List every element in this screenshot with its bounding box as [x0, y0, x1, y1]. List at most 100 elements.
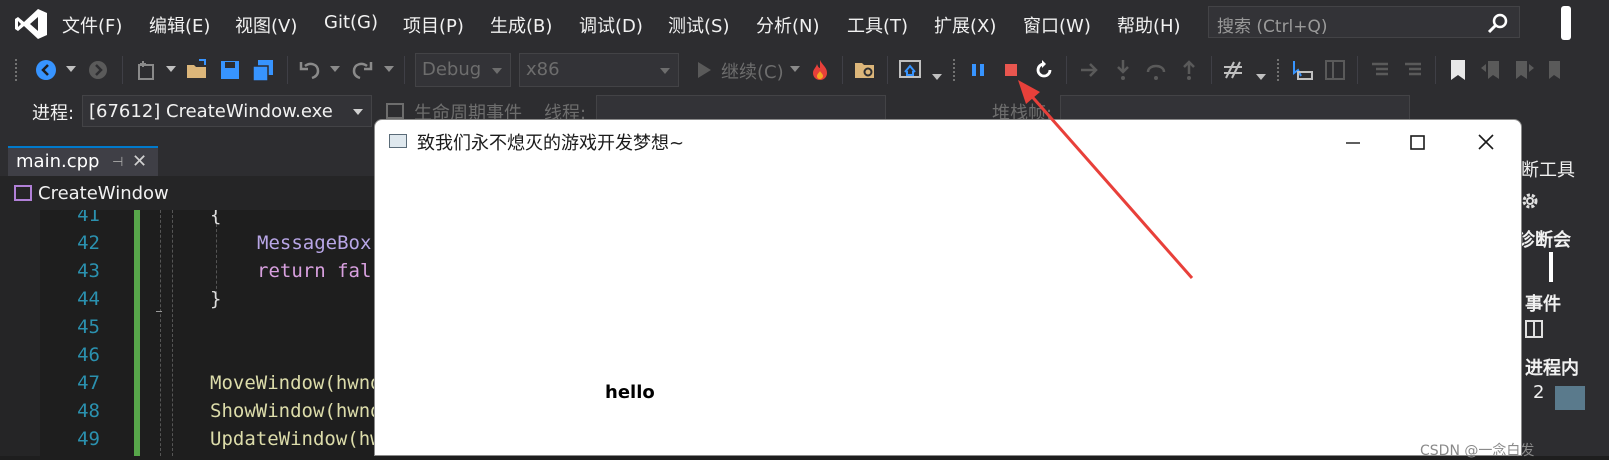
- menu-debug[interactable]: 调试(D): [579, 12, 643, 38]
- toolbar: Debug x86 继续(C): [0, 48, 1609, 92]
- save-icon[interactable]: [218, 58, 242, 82]
- back-dropdown-icon[interactable]: [66, 66, 76, 74]
- line-number: 42: [77, 232, 100, 254]
- bookmark-icon[interactable]: [1446, 58, 1470, 82]
- code-line: UpdateWindow(hw: [210, 428, 380, 450]
- menu-project[interactable]: 项目(P): [403, 12, 464, 38]
- menu-analyze[interactable]: 分析(N): [756, 12, 820, 38]
- comment-lines-icon[interactable]: [1368, 58, 1392, 82]
- step-into-icon[interactable]: [1111, 58, 1135, 82]
- process-memory-label: 进程内: [1525, 358, 1579, 379]
- menu-edit[interactable]: 编辑(E): [149, 12, 210, 38]
- app-home-icon[interactable]: [898, 58, 922, 82]
- menu-window[interactable]: 窗口(W): [1023, 12, 1091, 38]
- restart-icon[interactable]: [1032, 58, 1056, 82]
- glyph-margin[interactable]: [0, 210, 40, 456]
- stop-icon[interactable]: [999, 58, 1023, 82]
- hex-display-icon[interactable]: [1222, 58, 1246, 82]
- close-icon[interactable]: [1463, 124, 1509, 160]
- undo-icon[interactable]: [298, 58, 322, 82]
- layout-icon[interactable]: [1323, 58, 1347, 82]
- browse-folder-icon[interactable]: [853, 58, 877, 82]
- solution-config-dropdown[interactable]: Debug: [415, 53, 511, 87]
- menu-extensions[interactable]: 扩展(X): [934, 12, 996, 38]
- menu-git[interactable]: Git(G): [324, 12, 378, 33]
- separator: [842, 56, 843, 84]
- maximize-icon[interactable]: [1395, 124, 1441, 160]
- panel-title[interactable]: 断工具: [1521, 156, 1575, 182]
- project-dropdown[interactable]: CreateWindow: [38, 183, 169, 204]
- code-line: return fal: [257, 260, 372, 282]
- pause-events-icon[interactable]: [1525, 320, 1543, 338]
- lifecycle-events-icon[interactable]: [386, 103, 404, 119]
- editor-tab-strip: main.cpp ⊣ ✕: [0, 130, 380, 176]
- menu-tools[interactable]: 工具(T): [847, 12, 908, 38]
- hot-reload-flame-icon[interactable]: [808, 58, 832, 82]
- next-bookmark-icon[interactable]: [1512, 58, 1536, 82]
- search-placeholder: 搜索 (Ctrl+Q): [1217, 17, 1328, 37]
- minimize-icon[interactable]: [1330, 124, 1376, 160]
- menu-view[interactable]: 视图(V): [235, 12, 297, 38]
- pointer-select-icon[interactable]: [1290, 58, 1314, 82]
- toolbar-grip[interactable]: [14, 58, 18, 82]
- continue-dropdown-icon[interactable]: [790, 66, 800, 74]
- back-icon[interactable]: [34, 58, 58, 82]
- redo-dropdown-icon[interactable]: [384, 66, 394, 74]
- process-value: [67612] CreateWindow.exe: [89, 101, 333, 122]
- watermark-text: CSDN @一念白发: [1420, 443, 1535, 459]
- navigation-bar: CreateWindow: [0, 176, 380, 211]
- close-icon[interactable]: ✕: [132, 151, 147, 172]
- window-app-icon[interactable]: [389, 134, 407, 148]
- code-editor[interactable]: 41 { 42 MessageBox 43 return fal 44 } 45…: [0, 210, 380, 456]
- toolbar-grip[interactable]: [952, 58, 956, 82]
- chevron-down-icon: [660, 68, 670, 74]
- app-window[interactable]: 致我们永不熄灭的游戏开发梦想~ hello: [374, 119, 1522, 456]
- menu-build[interactable]: 生成(B): [490, 12, 552, 38]
- platform-dropdown[interactable]: x86: [519, 53, 679, 87]
- line-number: 48: [77, 400, 100, 422]
- menu-file[interactable]: 文件(F): [62, 12, 122, 38]
- clear-bookmarks-icon[interactable]: [1545, 58, 1569, 82]
- undo-dropdown-icon[interactable]: [330, 66, 340, 74]
- search-icon[interactable]: [1487, 12, 1509, 34]
- process-dropdown[interactable]: [67612] CreateWindow.exe: [82, 95, 372, 127]
- menu-help[interactable]: 帮助(H): [1117, 12, 1181, 38]
- step-out-icon[interactable]: [1177, 58, 1201, 82]
- new-project-icon[interactable]: [134, 58, 158, 82]
- live-share-button[interactable]: [1561, 6, 1571, 40]
- open-folder-icon[interactable]: [185, 58, 209, 82]
- line-number: 49: [77, 428, 100, 450]
- show-next-statement-icon[interactable]: [1078, 58, 1102, 82]
- line-number: 45: [77, 316, 100, 338]
- continue-button-label[interactable]: 继续(C): [721, 58, 784, 84]
- platform-value: x86: [526, 59, 560, 80]
- toolbar-grip[interactable]: [1276, 58, 1280, 82]
- events-label: 事件: [1525, 294, 1561, 315]
- uncomment-lines-icon[interactable]: [1401, 58, 1425, 82]
- pin-icon[interactable]: ⊣: [112, 155, 123, 170]
- save-all-icon[interactable]: [251, 58, 275, 82]
- pause-icon[interactable]: [966, 58, 990, 82]
- separator: [287, 56, 288, 84]
- diagnostic-tools-panel: 断工具 诊断会 事件 进程内 2: [1517, 130, 1609, 456]
- forward-icon[interactable]: [86, 58, 110, 82]
- tab-main-cpp[interactable]: main.cpp ⊣ ✕: [8, 146, 158, 176]
- hex-dropdown-icon[interactable]: [1256, 74, 1266, 82]
- search-box[interactable]: 搜索 (Ctrl+Q): [1208, 6, 1520, 38]
- continue-play-icon[interactable]: [692, 58, 716, 82]
- line-number: 41: [77, 210, 100, 226]
- diagnostic-session-label: 诊断会: [1517, 230, 1571, 251]
- separator: [1357, 56, 1358, 84]
- redo-icon[interactable]: [350, 58, 374, 82]
- app-dropdown-icon[interactable]: [932, 74, 942, 82]
- outline-marker: [156, 311, 162, 312]
- visual-studio-logo[interactable]: [14, 8, 48, 40]
- settings-gear-icon[interactable]: [1519, 190, 1541, 212]
- menu-test[interactable]: 测试(S): [668, 12, 729, 38]
- step-over-icon[interactable]: [1144, 58, 1168, 82]
- new-dropdown-icon[interactable]: [166, 66, 176, 74]
- prev-bookmark-icon[interactable]: [1479, 58, 1503, 82]
- solution-config-value: Debug: [422, 59, 482, 80]
- menu-bar: 文件(F) 编辑(E) 视图(V) Git(G) 项目(P) 生成(B) 调试(…: [0, 0, 1609, 48]
- line-number: 43: [77, 260, 100, 282]
